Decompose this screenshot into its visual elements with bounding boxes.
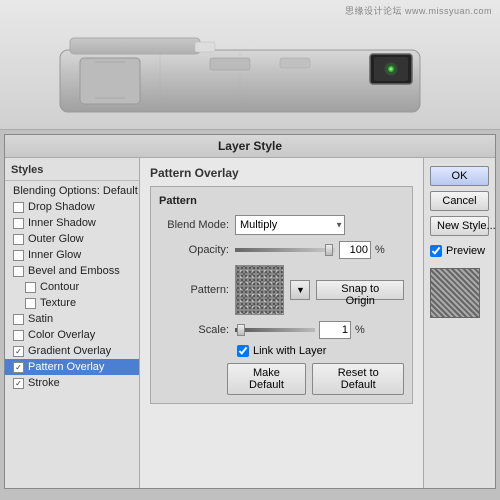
dialog-body: Styles Blending Options: Default Drop Sh… <box>5 158 495 488</box>
sidebar-item-outer-glow[interactable]: Outer Glow <box>5 231 139 247</box>
blend-mode-label: Blend Mode: <box>159 219 229 231</box>
pattern-overlay-checkbox[interactable]: ✓ <box>13 362 24 373</box>
make-default-button[interactable]: Make Default <box>227 363 307 395</box>
pattern-menu-btn[interactable]: ▼ <box>290 280 310 300</box>
sidebar-item-drop-shadow[interactable]: Drop Shadow <box>5 199 139 215</box>
stroke-label: Stroke <box>28 377 60 389</box>
opacity-slider-container: % <box>235 241 385 259</box>
sidebar-item-inner-glow[interactable]: Inner Glow <box>5 247 139 263</box>
preview-row: Preview <box>430 245 489 257</box>
drop-shadow-checkbox[interactable] <box>13 202 24 213</box>
texture-label: Texture <box>40 297 76 309</box>
pattern-row: Pattern: ▼ Snap to Origin <box>159 265 404 315</box>
sidebar-item-bevel-emboss[interactable]: Bevel and Emboss <box>5 263 139 279</box>
scale-row: Scale: % <box>159 321 404 339</box>
stroke-checkbox[interactable]: ✓ <box>13 378 24 389</box>
satin-checkbox[interactable] <box>13 314 24 325</box>
sidebar-item-gradient-overlay[interactable]: ✓ Gradient Overlay <box>5 343 139 359</box>
opacity-row: Opacity: % <box>159 241 404 259</box>
preview-swatch <box>430 268 480 318</box>
blending-options-label: Blending Options: Default <box>13 185 138 197</box>
opacity-unit: % <box>375 244 385 256</box>
scale-label: Scale: <box>159 324 229 336</box>
main-content-panel: Pattern Overlay Pattern Blend Mode: Mult… <box>140 158 423 488</box>
color-overlay-label: Color Overlay <box>28 329 95 341</box>
sidebar-item-pattern-overlay[interactable]: ✓ Pattern Overlay <box>5 359 139 375</box>
right-panel: OK Cancel New Style... Preview <box>423 158 495 488</box>
scale-slider-container: % <box>235 321 365 339</box>
satin-label: Satin <box>28 313 53 325</box>
scale-input[interactable] <box>319 321 351 339</box>
sidebar-item-texture[interactable]: Texture <box>5 295 139 311</box>
inner-shadow-checkbox[interactable] <box>13 218 24 229</box>
preview-checkbox[interactable] <box>430 245 442 257</box>
scale-slider-thumb[interactable] <box>237 324 245 336</box>
opacity-label: Opacity: <box>159 244 229 256</box>
preview-label: Preview <box>446 245 485 257</box>
sidebar-item-color-overlay[interactable]: Color Overlay <box>5 327 139 343</box>
sidebar-item-blending-options[interactable]: Blending Options: Default <box>5 183 139 199</box>
bevel-emboss-checkbox[interactable] <box>13 266 24 277</box>
ok-button[interactable]: OK <box>430 166 489 186</box>
opacity-slider-thumb[interactable] <box>325 244 333 256</box>
pattern-icons: ▼ <box>290 280 310 300</box>
pattern-subsection: Pattern Blend Mode: Multiply Normal Scre… <box>150 186 413 404</box>
pattern-overlay-label: Pattern Overlay <box>28 361 104 373</box>
sidebar-item-contour[interactable]: Contour <box>5 279 139 295</box>
styles-panel: Styles Blending Options: Default Drop Sh… <box>5 158 140 488</box>
layer-style-dialog: Layer Style Styles Blending Options: Def… <box>4 134 496 489</box>
outer-glow-label: Outer Glow <box>28 233 84 245</box>
sidebar-item-satin[interactable]: Satin <box>5 311 139 327</box>
color-overlay-checkbox[interactable] <box>13 330 24 341</box>
contour-checkbox[interactable] <box>25 282 36 293</box>
sidebar-item-inner-shadow[interactable]: Inner Shadow <box>5 215 139 231</box>
blend-mode-select[interactable]: Multiply Normal Screen Overlay <box>235 215 345 235</box>
link-layer-label: Link with Layer <box>253 345 326 357</box>
reset-default-button[interactable]: Reset to Default <box>312 363 404 395</box>
inner-shadow-label: Inner Shadow <box>28 217 96 229</box>
camera-illustration <box>40 10 460 120</box>
section-title: Pattern Overlay <box>150 166 413 180</box>
link-layer-checkbox[interactable] <box>237 345 249 357</box>
new-style-button[interactable]: New Style... <box>430 216 489 236</box>
scale-unit: % <box>355 324 365 336</box>
snap-to-origin-button[interactable]: Snap to Origin <box>316 280 404 300</box>
bevel-emboss-label: Bevel and Emboss <box>28 265 120 277</box>
scale-slider[interactable] <box>235 328 315 332</box>
action-buttons: Make Default Reset to Default <box>159 363 404 395</box>
pattern-label: Pattern: <box>159 284 229 296</box>
inner-glow-checkbox[interactable] <box>13 250 24 261</box>
subsection-title: Pattern <box>159 195 404 207</box>
opacity-slider[interactable] <box>235 248 335 252</box>
gradient-overlay-checkbox[interactable]: ✓ <box>13 346 24 357</box>
camera-preview-area: 思缘设计论坛 www.missyuan.com <box>0 0 500 130</box>
outer-glow-checkbox[interactable] <box>13 234 24 245</box>
pattern-thumbnail[interactable] <box>235 265 284 315</box>
sidebar-item-stroke[interactable]: ✓ Stroke <box>5 375 139 391</box>
pattern-preview-area: ▼ Snap to Origin <box>235 265 404 315</box>
blend-mode-select-wrapper[interactable]: Multiply Normal Screen Overlay ▼ <box>235 215 345 235</box>
dialog-title: Layer Style <box>5 135 495 158</box>
styles-panel-title: Styles <box>5 162 139 181</box>
gradient-overlay-label: Gradient Overlay <box>28 345 111 357</box>
watermark-text: 思缘设计论坛 www.missyuan.com <box>345 4 492 17</box>
link-layer-row: Link with Layer <box>159 345 404 357</box>
texture-checkbox[interactable] <box>25 298 36 309</box>
inner-glow-label: Inner Glow <box>28 249 81 261</box>
contour-label: Contour <box>40 281 79 293</box>
pattern-noise-fill <box>236 266 283 314</box>
blend-mode-row: Blend Mode: Multiply Normal Screen Overl… <box>159 215 404 235</box>
cancel-button[interactable]: Cancel <box>430 191 489 211</box>
opacity-input[interactable] <box>339 241 371 259</box>
drop-shadow-label: Drop Shadow <box>28 201 95 213</box>
